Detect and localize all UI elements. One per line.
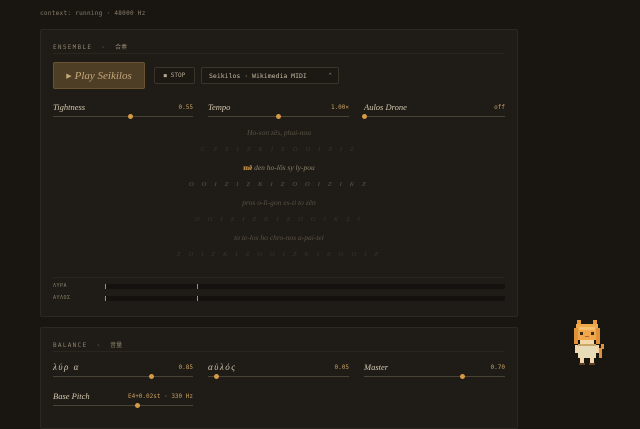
lyra-meter-bar [105,284,505,289]
play-icon: ▶ [66,71,72,80]
piece-select[interactable]: Seikilos · Wikimedia MIDI ⌃ [201,67,339,84]
current-syllable: mē [243,164,253,172]
aulos-drone-slider-handle[interactable] [361,114,367,119]
divider [53,53,505,54]
ensemble-title: ENSEMBLE · 合奏 [53,44,128,51]
divider [53,351,505,352]
notation-line: Ο Ο Ι Ζ Ι Ζ Κ Ι Ζ Ο Ο Ι Κ Ζ Ι [194,216,364,223]
lyric-line: pros o-li-gon es-ti to zên [242,198,316,207]
master-volume-slider-handle[interactable] [460,374,466,379]
aulos-meter-mark [105,296,106,301]
base-pitch-slider-handle[interactable] [134,403,140,408]
lyric-line: Ho-son zês, phai-nou [247,128,311,137]
aulos-drone-slider-track[interactable] [364,116,505,117]
aulos-meter-mark [197,296,198,301]
master-volume-slider-track[interactable] [364,376,505,377]
tempo-slider-handle[interactable] [276,114,281,119]
lyra-volume-slider-handle[interactable] [148,374,154,379]
notation-line-active: Ο Ο Ι Ζ Ι Ζ Κ Ι Ζ Ο Ο Ι Ζ Ι Κ Ζ [189,181,369,188]
lyra-meter: ΛΥΡΑ [53,283,505,290]
balance-panel: BALANCE · 音量 λύρ α 0.85 αὐλός 0.05 Maste… [40,327,518,429]
ensemble-panel: ENSEMBLE · 合奏 ▶ Play Seikilos ■ STOP Sei… [40,29,518,317]
aulos-meter-bar [105,296,505,301]
lyra-volume-slider-track[interactable] [53,376,193,377]
aulos-volume-slider-handle[interactable] [213,374,219,379]
stop-icon: ■ [163,72,167,79]
aulos-meter: ΑΥΛΟΣ [53,295,505,302]
aulos-volume-slider-track[interactable] [208,376,349,377]
notation-line: Ζ Ο Ι Ζ Κ Ι Ζ Ο Ο Ι Ζ Κ Ι Ζ Ο Ο Ι Ζ [176,251,382,258]
lyric-line: to te-los ho chro-nos a-pai-tei [234,233,324,242]
play-button[interactable]: ▶ Play Seikilos [53,62,145,89]
audio-context-status: context: running · 48000 Hz [40,10,146,17]
lyra-meter-mark [105,284,106,289]
stop-button[interactable]: ■ STOP [154,67,195,84]
divider [53,277,505,278]
tightness-slider-track[interactable] [53,116,193,117]
tightness-slider-handle[interactable] [127,114,133,119]
balance-title: BALANCE · 音量 [53,342,123,349]
lyra-meter-mark [197,284,198,289]
lyric-line-active: mē den ho-lōs sy ly-pou [243,163,315,172]
chevron-down-icon: ⌃ [328,72,332,79]
base-pitch-slider-track[interactable] [53,405,193,406]
cat-mascot-icon [574,320,604,365]
notation-line: C Z Z Ι Ζ Κ Ι Ζ Ō Ο Ι Ζ Ι Ζ [201,146,357,153]
